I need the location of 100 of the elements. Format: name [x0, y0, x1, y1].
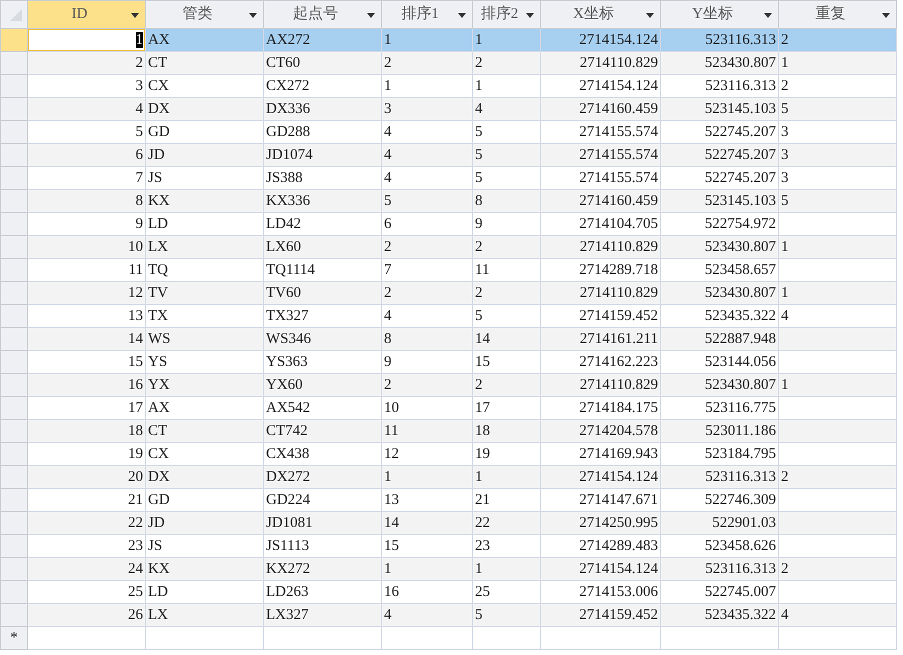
row-selector[interactable] [0, 466, 28, 488]
row-selector[interactable] [0, 98, 28, 120]
row-selector[interactable] [0, 120, 28, 144]
row-selector[interactable] [0, 350, 28, 374]
table-cell: 1 [778, 282, 896, 304]
table-cell: 14 [28, 328, 146, 350]
row-selector[interactable] [0, 558, 28, 580]
table-cell: 523145.103 [660, 190, 778, 212]
table-cell: DX336 [264, 98, 382, 120]
table-cell: 12 [28, 282, 146, 304]
table-cell: 523430.807 [660, 236, 778, 258]
table-cell: 1 [778, 374, 896, 396]
row-selector[interactable] [0, 304, 28, 328]
row-selector[interactable] [0, 190, 28, 212]
table-cell: CT [146, 420, 264, 442]
table-cell: 1 [778, 52, 896, 74]
table-cell: 1 [472, 28, 540, 52]
row-selector[interactable] [0, 212, 28, 236]
table-cell: 2 [382, 52, 472, 74]
table-cell: CT [146, 52, 264, 74]
table-cell: 2 [778, 466, 896, 488]
table-cell: 1 [472, 558, 540, 580]
table-cell: 523145.103 [660, 98, 778, 120]
column-header[interactable]: 管类 [146, 0, 264, 28]
table-cell: 5 [778, 190, 896, 212]
table-cell: 2714154.124 [540, 558, 660, 580]
column-header[interactable]: 起点号 [264, 0, 382, 28]
table-cell: 8 [472, 190, 540, 212]
table-cell: JD [146, 512, 264, 534]
dropdown-arrow-icon[interactable] [882, 13, 890, 18]
table-cell: 26 [28, 604, 146, 626]
table-cell: LX327 [264, 604, 382, 626]
table-cell: JD [146, 144, 264, 166]
table-cell: AX272 [264, 28, 382, 52]
table-cell: 14 [472, 328, 540, 350]
table-cell: 18 [472, 420, 540, 442]
column-header[interactable]: 重复 [778, 0, 896, 28]
dropdown-arrow-icon[interactable] [646, 13, 654, 18]
table-cell: WS [146, 328, 264, 350]
table-cell: 2714110.829 [540, 282, 660, 304]
table-cell: 24 [28, 558, 146, 580]
table-cell: 6 [28, 144, 146, 166]
table-cell: 2 [472, 282, 540, 304]
row-selector[interactable] [0, 52, 28, 74]
column-header[interactable]: 排序1 [382, 0, 472, 28]
row-selector[interactable] [0, 166, 28, 190]
table-cell: 522887.948 [660, 328, 778, 350]
table-cell: 1 [778, 236, 896, 258]
table-cell: 8 [382, 328, 472, 350]
row-selector[interactable] [0, 534, 28, 558]
table-cell: 2714160.459 [540, 190, 660, 212]
table-cell: DX [146, 98, 264, 120]
table-cell: LX [146, 604, 264, 626]
table-cell: 2 [28, 52, 146, 74]
table-cell: 4 [382, 144, 472, 166]
column-header[interactable]: X坐标 [540, 0, 660, 28]
table-cell: 523116.313 [660, 466, 778, 488]
select-all-corner[interactable] [0, 0, 28, 28]
row-selector[interactable] [0, 442, 28, 466]
table-cell: YX60 [264, 374, 382, 396]
table-cell: 1 [382, 466, 472, 488]
table-cell: 2714154.124 [540, 466, 660, 488]
dropdown-arrow-icon[interactable] [131, 13, 139, 18]
row-selector[interactable] [0, 374, 28, 396]
table-cell: 523430.807 [660, 282, 778, 304]
table-cell: 2714250.995 [540, 512, 660, 534]
row-selector[interactable] [0, 396, 28, 420]
dropdown-arrow-icon[interactable] [764, 13, 772, 18]
column-header[interactable]: ID [28, 0, 146, 28]
row-selector[interactable] [0, 258, 28, 282]
dropdown-arrow-icon[interactable] [458, 13, 466, 18]
row-selector[interactable] [0, 282, 28, 304]
dropdown-arrow-icon[interactable] [249, 13, 257, 18]
table-cell: 2 [778, 558, 896, 580]
column-header[interactable]: 排序2 [472, 0, 540, 28]
row-selector[interactable] [0, 512, 28, 534]
dropdown-arrow-icon[interactable] [367, 13, 375, 18]
new-row-marker[interactable]: * [0, 626, 28, 650]
table-cell: 523430.807 [660, 374, 778, 396]
table-cell: 16 [28, 374, 146, 396]
column-header[interactable]: Y坐标 [660, 0, 778, 28]
row-selector[interactable] [0, 144, 28, 166]
dropdown-arrow-icon[interactable] [526, 13, 534, 18]
table-cell: 4 [472, 98, 540, 120]
row-selector[interactable] [0, 604, 28, 626]
table-cell: 22 [28, 512, 146, 534]
table-cell: 523430.807 [660, 52, 778, 74]
row-selector[interactable] [0, 236, 28, 258]
row-selector[interactable] [0, 74, 28, 98]
row-selector[interactable] [0, 28, 28, 52]
table-cell: KX [146, 190, 264, 212]
row-selector[interactable] [0, 488, 28, 512]
table-cell: CT742 [264, 420, 382, 442]
row-selector[interactable] [0, 328, 28, 350]
table-cell: CT60 [264, 52, 382, 74]
row-selector[interactable] [0, 420, 28, 442]
row-selector[interactable] [0, 580, 28, 604]
table-cell: 3 [778, 144, 896, 166]
table-cell: 2 [472, 52, 540, 74]
table-cell: 522901.03 [660, 512, 778, 534]
